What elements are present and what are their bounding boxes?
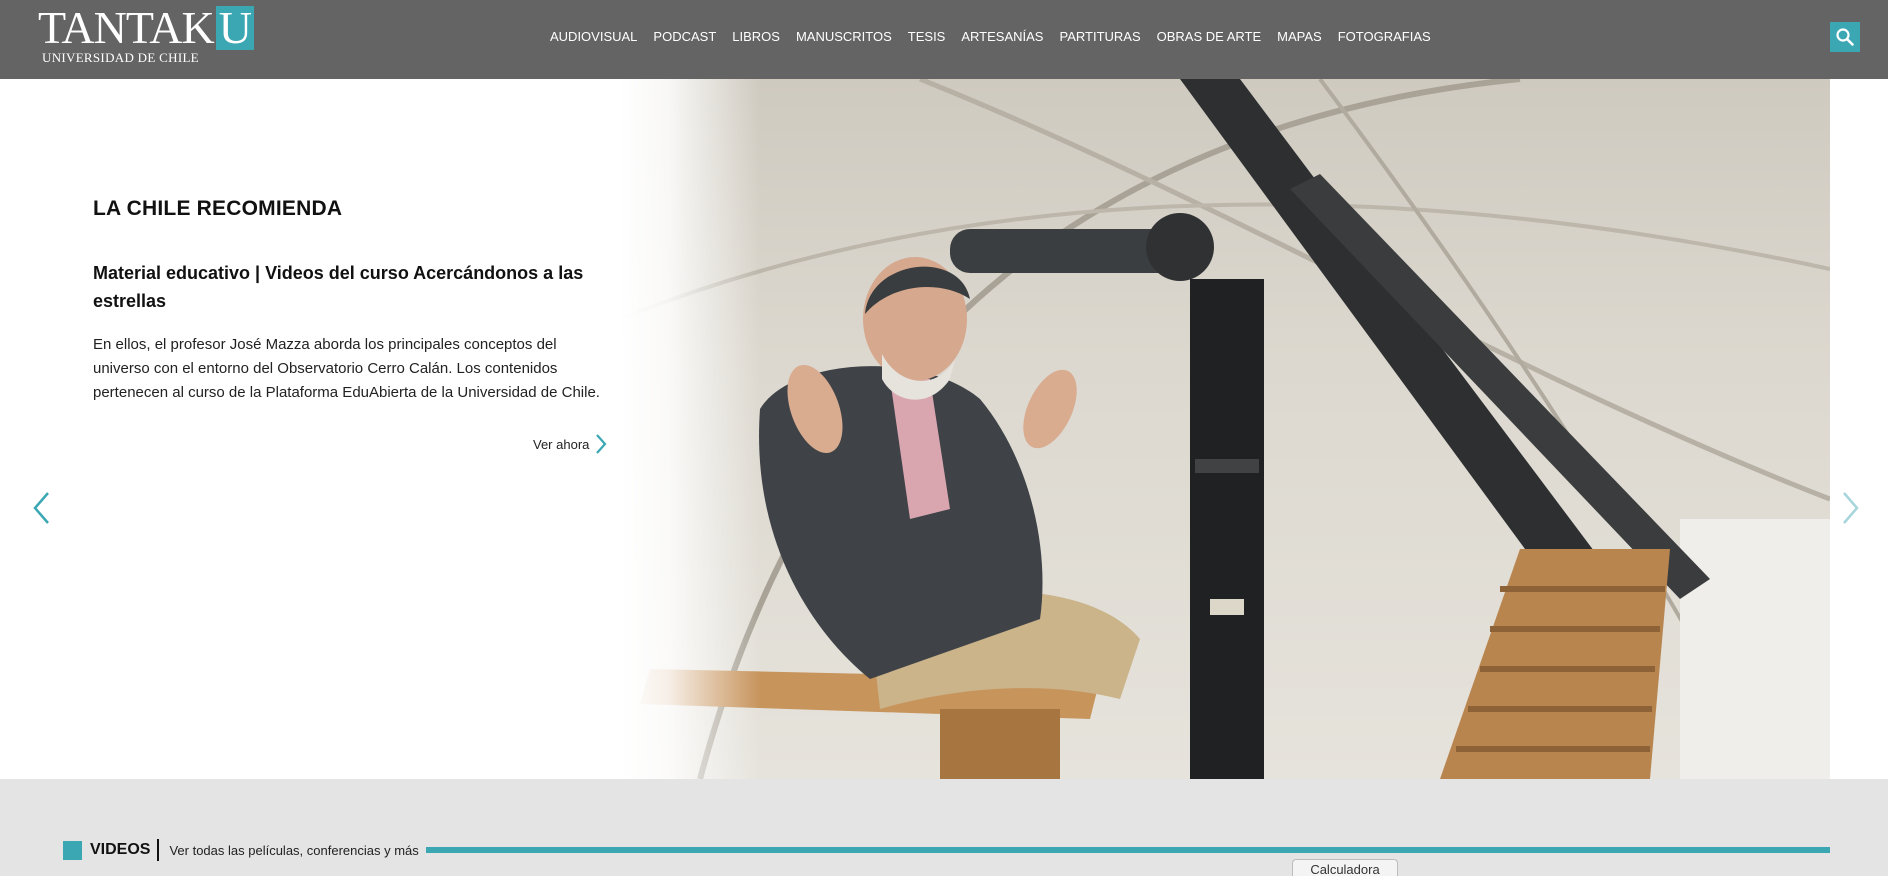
hero-heading: LA CHILE RECOMIENDA (93, 197, 343, 220)
nav-mapas[interactable]: MAPAS (1277, 28, 1322, 46)
main-nav: AUDIOVISUAL PODCAST LIBROS MANUSCRITOS T… (550, 28, 1447, 46)
nav-artesanias[interactable]: ARTESANÍAS (961, 28, 1043, 46)
videos-title[interactable]: VIDEOS (90, 841, 150, 859)
section-marker-icon (63, 840, 82, 860)
calculadora-tab[interactable]: Calculadora (1292, 859, 1398, 876)
hero-photo-fade (620, 79, 760, 779)
observatory-illustration (620, 79, 1830, 779)
hero-title: Material educativo | Videos del curso Ac… (93, 263, 584, 311)
logo-subtitle: UNIVERSIDAD DE CHILE (42, 50, 199, 65)
ver-ahora-link[interactable]: Ver ahora (533, 434, 607, 454)
logo-accent: U (215, 5, 254, 51)
tantaku-logo[interactable]: TANTAK U UNIVERSIDAD DE CHILE (38, 5, 254, 68)
videos-section-header: VIDEOS Ver todas las películas, conferen… (63, 839, 419, 861)
site-header: TANTAK U UNIVERSIDAD DE CHILE AUDIOVISUAL… (0, 0, 1888, 79)
section-divider (157, 839, 160, 861)
logo-wordmark: TANTAK U (38, 5, 254, 51)
chevron-left-icon (33, 492, 49, 524)
hero-text-block: LA CHILE RECOMIENDA Material educativo |… (93, 197, 613, 405)
search-icon (1836, 28, 1854, 46)
videos-subtitle[interactable]: Ver todas las películas, conferencias y … (169, 843, 418, 858)
nav-podcast[interactable]: PODCAST (653, 28, 716, 46)
ver-ahora-label: Ver ahora (533, 436, 590, 452)
carousel-next-button[interactable] (1838, 490, 1862, 526)
nav-tesis[interactable]: TESIS (908, 28, 946, 46)
nav-audiovisual[interactable]: AUDIOVISUAL (550, 28, 637, 46)
hero-carousel: LA CHILE RECOMIENDA Material educativo |… (0, 79, 1888, 779)
hero-photo[interactable] (620, 79, 1830, 779)
search-button[interactable] (1830, 22, 1860, 52)
nav-fotografias[interactable]: FOTOGRAFIAS (1338, 28, 1431, 46)
nav-manuscritos[interactable]: MANUSCRITOS (796, 28, 892, 46)
chevron-right-icon (596, 434, 607, 454)
carousel-prev-button[interactable] (30, 490, 54, 526)
chevron-right-icon (1843, 492, 1859, 524)
hero-description: En ellos, el profesor José Mazza aborda … (93, 336, 600, 401)
nav-obras-de-arte[interactable]: OBRAS DE ARTE (1157, 28, 1262, 46)
nav-partituras[interactable]: PARTITURAS (1059, 28, 1140, 46)
section-rule (426, 847, 1830, 853)
videos-section: VIDEOS Ver todas las películas, conferen… (0, 779, 1888, 876)
nav-libros[interactable]: LIBROS (732, 28, 780, 46)
